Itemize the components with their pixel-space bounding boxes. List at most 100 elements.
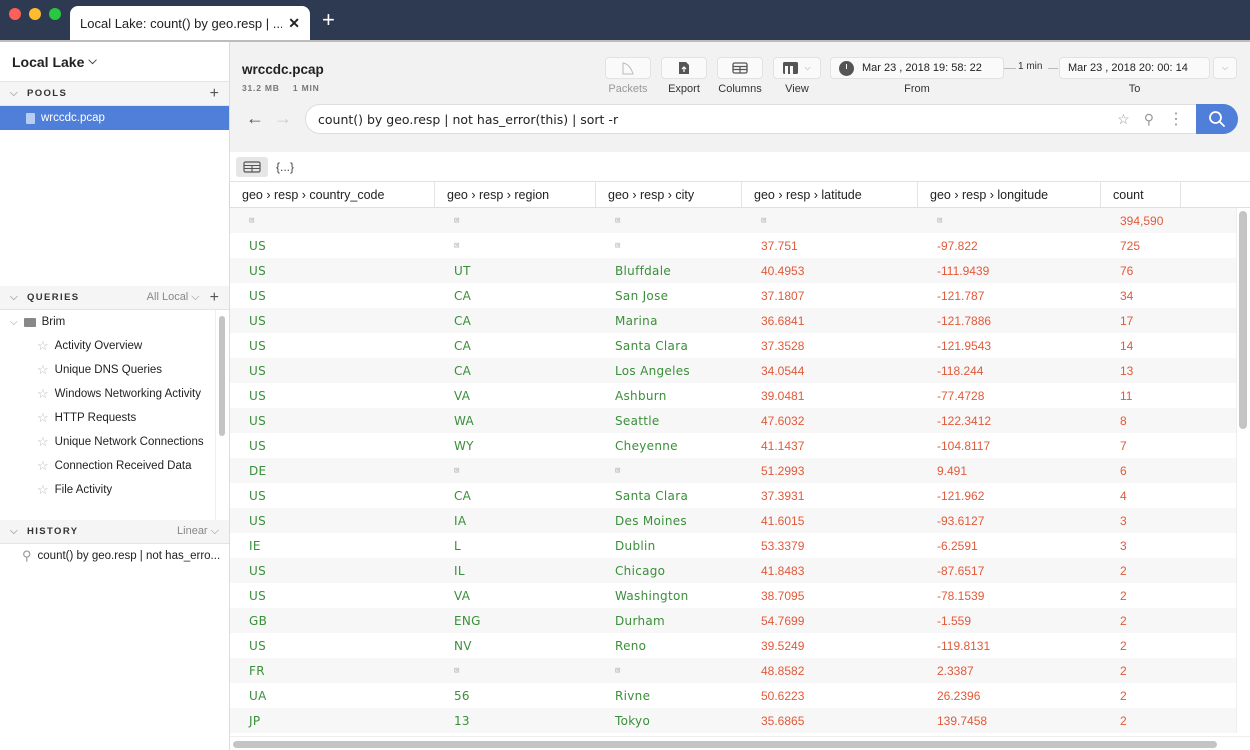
pool-item[interactable]: wrccdc.pcap xyxy=(0,106,229,130)
cell-city[interactable]: Seattle xyxy=(596,414,742,428)
star-icon[interactable]: ☆ xyxy=(37,434,49,450)
more-options-icon[interactable]: ⋮ xyxy=(1168,109,1184,129)
star-icon[interactable]: ☆ xyxy=(1117,111,1130,128)
queries-section-header[interactable]: ⌵ QUERIES All Local ⌵ + xyxy=(0,286,229,310)
chevron-down-icon[interactable]: ⌵ xyxy=(10,317,18,328)
query-item[interactable]: ☆Unique DNS Queries xyxy=(0,358,229,382)
from-time-button[interactable]: Mar 23 , 2018 19: 58: 22 xyxy=(830,57,1004,79)
cell-country-code[interactable]: IE xyxy=(230,539,435,553)
table-row[interactable]: USIADes Moines41.6015-93.61273 xyxy=(230,508,1250,533)
export-button[interactable] xyxy=(661,57,707,79)
search-bar[interactable]: count() by geo.resp | not has_error(this… xyxy=(305,104,1238,134)
query-folder[interactable]: ⌵ Brim xyxy=(0,310,229,334)
pools-section-header[interactable]: ⌵ POOLS + xyxy=(0,82,229,106)
null-value-icon[interactable]: ⊠ xyxy=(918,216,1101,226)
cell-longitude[interactable]: -111.9439 xyxy=(918,264,1101,278)
cell-region[interactable]: NV xyxy=(435,639,596,653)
null-value-icon[interactable]: ⊠ xyxy=(596,241,742,251)
cell-latitude[interactable]: 38.7095 xyxy=(742,589,918,603)
cell-city[interactable]: Santa Clara xyxy=(596,489,742,503)
column-header-region[interactable]: geo › resp › region xyxy=(435,182,596,207)
cell-latitude[interactable]: 41.6015 xyxy=(742,514,918,528)
minimize-window-button[interactable] xyxy=(29,8,41,20)
cell-region[interactable]: IL xyxy=(435,564,596,578)
table-row[interactable]: USCASanta Clara37.3931-121.9624 xyxy=(230,483,1250,508)
cell-city[interactable]: Dublin xyxy=(596,539,742,553)
cell-count[interactable]: 3 xyxy=(1101,539,1181,553)
table-row[interactable]: FR⊠⊠48.85822.33872 xyxy=(230,658,1250,683)
cell-country-code[interactable]: US xyxy=(230,639,435,653)
cell-count[interactable]: 2 xyxy=(1101,639,1181,653)
search-input[interactable]: count() by geo.resp | not has_error(this… xyxy=(318,112,1117,127)
table-row[interactable]: USUTBluffdale40.4953-111.943976 xyxy=(230,258,1250,283)
star-icon[interactable]: ☆ xyxy=(37,410,49,426)
table-row[interactable]: IELDublin53.3379-6.25913 xyxy=(230,533,1250,558)
cell-longitude[interactable]: -121.7886 xyxy=(918,314,1101,328)
cell-region[interactable]: VA xyxy=(435,589,596,603)
cell-latitude[interactable]: 41.1437 xyxy=(742,439,918,453)
cell-country-code[interactable]: US xyxy=(230,489,435,503)
table-row[interactable]: USNVReno39.5249-119.81312 xyxy=(230,633,1250,658)
cell-latitude[interactable]: 37.751 xyxy=(742,239,918,253)
time-range-menu-button[interactable]: ⌵ xyxy=(1213,57,1237,79)
cell-count[interactable]: 7 xyxy=(1101,439,1181,453)
cell-longitude[interactable]: -1.559 xyxy=(918,614,1101,628)
cell-longitude[interactable]: 139.7458 xyxy=(918,714,1101,728)
cell-longitude[interactable]: 9.491 xyxy=(918,464,1101,478)
null-value-icon[interactable]: ⊠ xyxy=(742,216,918,226)
column-header-latitude[interactable]: geo › resp › latitude xyxy=(742,182,918,207)
cell-longitude[interactable]: -121.962 xyxy=(918,489,1101,503)
cell-region[interactable]: CA xyxy=(435,314,596,328)
table-row[interactable]: US⊠⊠37.751-97.822725 xyxy=(230,233,1250,258)
null-value-icon[interactable]: ⊠ xyxy=(596,666,742,676)
cell-latitude[interactable]: 37.3528 xyxy=(742,339,918,353)
table-row[interactable]: USWASeattle47.6032-122.34128 xyxy=(230,408,1250,433)
cell-city[interactable]: Tokyo xyxy=(596,714,742,728)
back-arrow-icon[interactable]: ← xyxy=(246,108,264,129)
null-value-icon[interactable]: ⊠ xyxy=(435,241,596,251)
cell-count[interactable]: 76 xyxy=(1101,264,1181,278)
star-icon[interactable]: ☆ xyxy=(37,362,49,378)
cell-longitude[interactable]: -97.822 xyxy=(918,239,1101,253)
forward-arrow-icon[interactable]: → xyxy=(274,108,292,129)
column-header-longitude[interactable]: geo › resp › longitude xyxy=(918,182,1101,207)
cell-city[interactable]: San Jose xyxy=(596,289,742,303)
cell-country-code[interactable]: US xyxy=(230,339,435,353)
cell-country-code[interactable]: FR xyxy=(230,664,435,678)
table-row[interactable]: USVAAshburn39.0481-77.472811 xyxy=(230,383,1250,408)
queries-filter-select[interactable]: All Local ⌵ xyxy=(147,291,200,304)
cell-count[interactable]: 17 xyxy=(1101,314,1181,328)
table-row[interactable]: USVAWashington38.7095-78.15392 xyxy=(230,583,1250,608)
cell-longitude[interactable]: -122.3412 xyxy=(918,414,1101,428)
cell-count[interactable]: 6 xyxy=(1101,464,1181,478)
vertical-scrollbar[interactable] xyxy=(1236,208,1250,733)
cell-count[interactable]: 4 xyxy=(1101,489,1181,503)
cell-count[interactable]: 2 xyxy=(1101,664,1181,678)
cell-count[interactable]: 2 xyxy=(1101,614,1181,628)
star-icon[interactable]: ☆ xyxy=(37,338,49,354)
maximize-window-button[interactable] xyxy=(49,8,61,20)
cell-count[interactable]: 14 xyxy=(1101,339,1181,353)
cell-count[interactable]: 11 xyxy=(1101,389,1181,403)
queries-scrollbar[interactable] xyxy=(215,310,229,520)
cell-region[interactable]: IA xyxy=(435,514,596,528)
cell-city[interactable]: Santa Clara xyxy=(596,339,742,353)
cell-country-code[interactable]: UA xyxy=(230,689,435,703)
cell-country-code[interactable]: US xyxy=(230,514,435,528)
cell-count[interactable]: 8 xyxy=(1101,414,1181,428)
null-value-icon[interactable]: ⊠ xyxy=(230,216,435,226)
cell-latitude[interactable]: 39.0481 xyxy=(742,389,918,403)
table-row[interactable]: USCAMarina36.6841-121.788617 xyxy=(230,308,1250,333)
table-row[interactable]: UA56Rivne50.622326.23962 xyxy=(230,683,1250,708)
cell-country-code[interactable]: US xyxy=(230,589,435,603)
cell-city[interactable]: Ashburn xyxy=(596,389,742,403)
cell-country-code[interactable]: DE xyxy=(230,464,435,478)
star-icon[interactable]: ☆ xyxy=(37,482,49,498)
cell-city[interactable]: Chicago xyxy=(596,564,742,578)
cell-longitude[interactable]: -87.6517 xyxy=(918,564,1101,578)
star-icon[interactable]: ☆ xyxy=(37,386,49,402)
cell-city[interactable]: Cheyenne xyxy=(596,439,742,453)
cell-longitude[interactable]: 2.3387 xyxy=(918,664,1101,678)
cell-latitude[interactable]: 48.8582 xyxy=(742,664,918,678)
table-row[interactable]: USCALos Angeles34.0544-118.24413 xyxy=(230,358,1250,383)
